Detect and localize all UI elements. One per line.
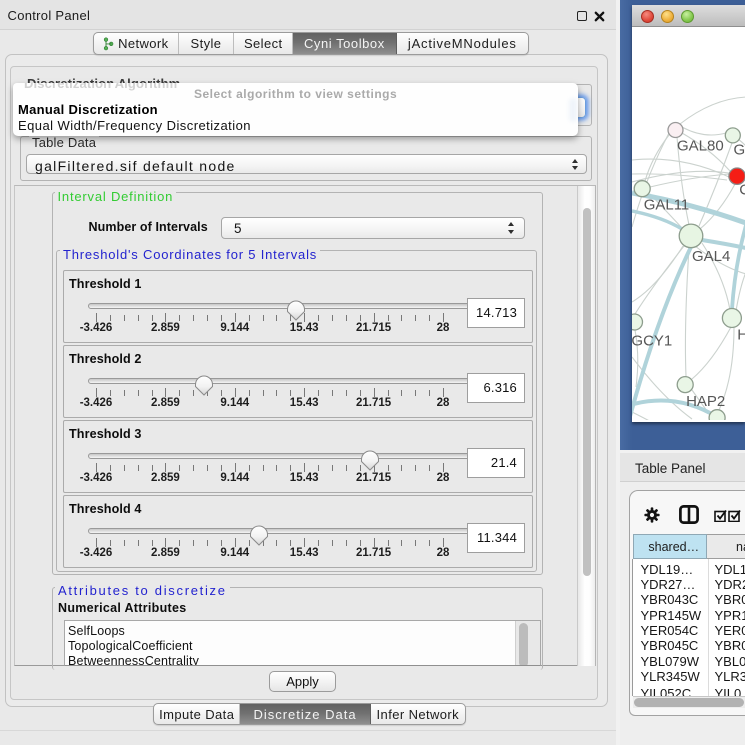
svg-text:GCY1: GCY1 <box>632 332 672 349</box>
svg-text:GAL11: GAL11 <box>643 197 689 214</box>
svg-text:GAL80: GAL80 <box>677 137 724 154</box>
svg-text:C: C <box>739 182 745 199</box>
svg-text:HAP2: HAP2 <box>686 393 725 410</box>
svg-text:GAL4: GAL4 <box>692 248 730 265</box>
svg-text:GA: GA <box>733 142 745 159</box>
svg-text:H: H <box>737 326 745 343</box>
